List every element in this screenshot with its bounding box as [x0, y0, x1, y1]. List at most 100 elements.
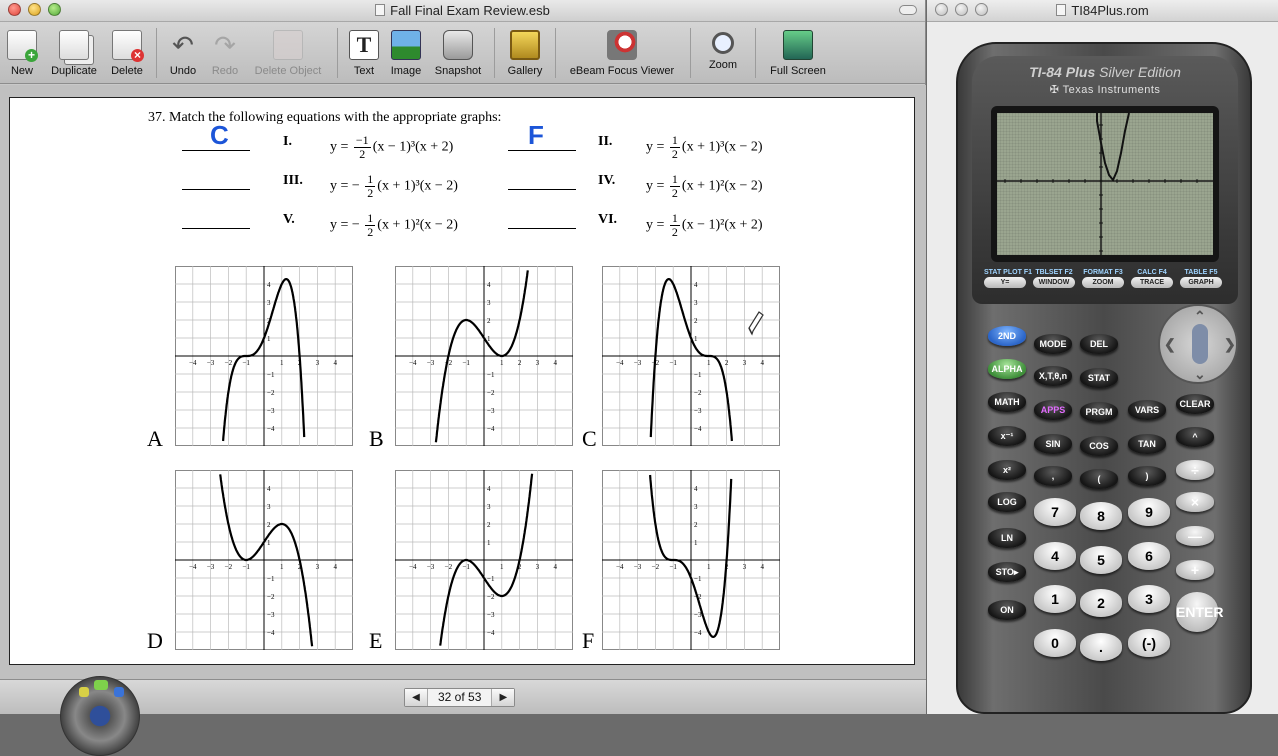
y-tick-label: 4 [267, 485, 271, 493]
zoom-button[interactable]: Zoom [706, 30, 740, 71]
down-arrow-icon[interactable]: ⌄ [1194, 366, 1206, 383]
key-rparen[interactable]: ) [1128, 466, 1166, 486]
key-log[interactable]: LOG [988, 492, 1026, 512]
key-lparen[interactable]: ( [1080, 469, 1118, 489]
highlighter-tool-icon[interactable] [79, 687, 89, 697]
focus-viewer-icon [607, 30, 637, 60]
arrow-pad[interactable]: ⌃ ⌄ ❮ ❯ [1158, 304, 1238, 384]
key-mul[interactable]: × [1176, 492, 1214, 512]
delete-button[interactable]: Delete [108, 30, 146, 77]
x-tick-label: 4 [553, 359, 557, 367]
key-del[interactable]: DEL [1080, 334, 1118, 354]
key-k2[interactable]: 2 [1080, 589, 1122, 617]
pen-tool-icon[interactable] [94, 680, 108, 690]
key-k1[interactable]: 1 [1034, 585, 1076, 613]
answer-I: C [210, 120, 229, 150]
gallery-button[interactable]: Gallery [505, 30, 545, 77]
arrow-pad-center [1192, 324, 1208, 364]
equation: y = 1 2 (x − 1)²(x + 2) [646, 211, 763, 239]
function-key[interactable]: CALC F4 TRACE [1131, 269, 1173, 288]
key-cos[interactable]: COS [1080, 436, 1118, 456]
y-tick-label: −4 [267, 425, 275, 433]
x-tick-label: 1 [707, 359, 711, 367]
eraser-tool-icon[interactable] [114, 687, 124, 697]
key-stat[interactable]: STAT [1080, 368, 1118, 388]
key-second[interactable]: 2ND [988, 326, 1026, 346]
new-button[interactable]: New [7, 30, 38, 77]
key-on[interactable]: ON [988, 600, 1026, 620]
key-vars[interactable]: VARS [1128, 400, 1166, 420]
right-arrow-icon[interactable]: ❯ [1224, 336, 1236, 353]
key-k5[interactable]: 5 [1080, 546, 1122, 574]
key-k7[interactable]: 7 [1034, 498, 1076, 526]
key-mode[interactable]: MODE [1034, 334, 1072, 354]
answer-blank[interactable] [182, 228, 250, 229]
duplicate-button[interactable]: Duplicate [48, 30, 100, 77]
y-tick-label: −4 [487, 425, 495, 433]
full-screen-button[interactable]: Full Screen [768, 30, 828, 77]
image-button[interactable]: Image [389, 30, 423, 77]
key-sto[interactable]: STO▸ [988, 562, 1026, 582]
y-tick-label: 4 [694, 281, 698, 289]
key-alpha[interactable]: ALPHA [988, 359, 1026, 379]
y-tick-label: −1 [267, 575, 275, 583]
key-enter[interactable]: ENTER [1176, 592, 1223, 632]
key-tan[interactable]: TAN [1128, 434, 1166, 454]
key-k4[interactable]: 4 [1034, 542, 1076, 570]
y-tick-label: −1 [694, 575, 702, 583]
left-arrow-icon[interactable]: ❮ [1164, 336, 1176, 353]
key-sin[interactable]: SIN [1034, 434, 1072, 454]
answer-blank[interactable] [508, 228, 576, 229]
delete-object-icon [273, 30, 303, 60]
snapshot-button[interactable]: Snapshot [432, 30, 484, 77]
function-key[interactable]: FORMAT F3 ZOOM [1082, 269, 1124, 288]
function-key[interactable]: TBLSET F2 WINDOW [1033, 269, 1075, 288]
ebeam-tool-dial[interactable] [60, 676, 140, 756]
y-tick-label: 4 [487, 485, 491, 493]
x-tick-label: 4 [333, 563, 337, 571]
x-tick-label: −2 [225, 359, 233, 367]
key-x2[interactable]: x² [988, 460, 1026, 480]
equation: y = − 1 2 (x + 1)²(x − 2) [330, 211, 458, 239]
key-dot[interactable]: . [1080, 633, 1122, 661]
key-apps[interactable]: APPS [1034, 400, 1072, 420]
answer-blank[interactable] [182, 189, 250, 190]
key-k9[interactable]: 9 [1128, 498, 1170, 526]
key-ln[interactable]: LN [988, 528, 1026, 548]
undo-button[interactable]: ↶ Undo [167, 30, 199, 77]
x-tick-label: 1 [500, 563, 504, 571]
x-tick-label: −3 [427, 359, 435, 367]
key-minus[interactable]: — [1176, 526, 1214, 546]
function-key[interactable]: STAT PLOT F1 Y= [984, 269, 1032, 288]
ebeam-focus-viewer-button[interactable]: eBeam Focus Viewer [566, 30, 678, 77]
key-xt[interactable]: X,T,θ,n [1034, 366, 1072, 386]
key-k3[interactable]: 3 [1128, 585, 1170, 613]
toolbar-toggle-button[interactable] [899, 5, 917, 15]
key-xinv[interactable]: x⁻¹ [988, 426, 1026, 446]
answer-blank[interactable] [508, 189, 576, 190]
key-k0[interactable]: 0 [1034, 629, 1076, 657]
x-tick-label: −1 [669, 563, 677, 571]
delete-object-button[interactable]: Delete Object [252, 30, 324, 77]
equation-numeral: III. [283, 173, 303, 188]
graph-label: C [582, 426, 597, 451]
function-key[interactable]: TABLE F5 GRAPH [1180, 269, 1222, 288]
key-pow[interactable]: ^ [1176, 427, 1214, 447]
key-prgm[interactable]: PRGM [1080, 402, 1118, 422]
key-math[interactable]: MATH [988, 392, 1026, 412]
x-tick-label: −3 [634, 563, 642, 571]
key-k6[interactable]: 6 [1128, 542, 1170, 570]
redo-button[interactable]: ↷ Redo [209, 30, 241, 77]
key-neg[interactable]: (-) [1128, 629, 1170, 657]
whiteboard-page[interactable]: 37. Match the following equations with t… [9, 97, 915, 665]
key-k8[interactable]: 8 [1080, 502, 1122, 530]
key-plus[interactable]: + [1176, 560, 1214, 580]
text-tool-button[interactable]: T Text [349, 30, 379, 77]
next-page-button[interactable]: ▶ [492, 689, 515, 706]
key-div[interactable]: ÷ [1176, 460, 1214, 480]
up-arrow-icon[interactable]: ⌃ [1194, 308, 1206, 325]
prev-page-button[interactable]: ◀ [405, 689, 427, 706]
key-comma[interactable]: , [1034, 466, 1072, 486]
key-clear[interactable]: CLEAR [1176, 394, 1214, 414]
ebeam-window: Fall Final Exam Review.esb New Duplicate… [0, 0, 926, 756]
